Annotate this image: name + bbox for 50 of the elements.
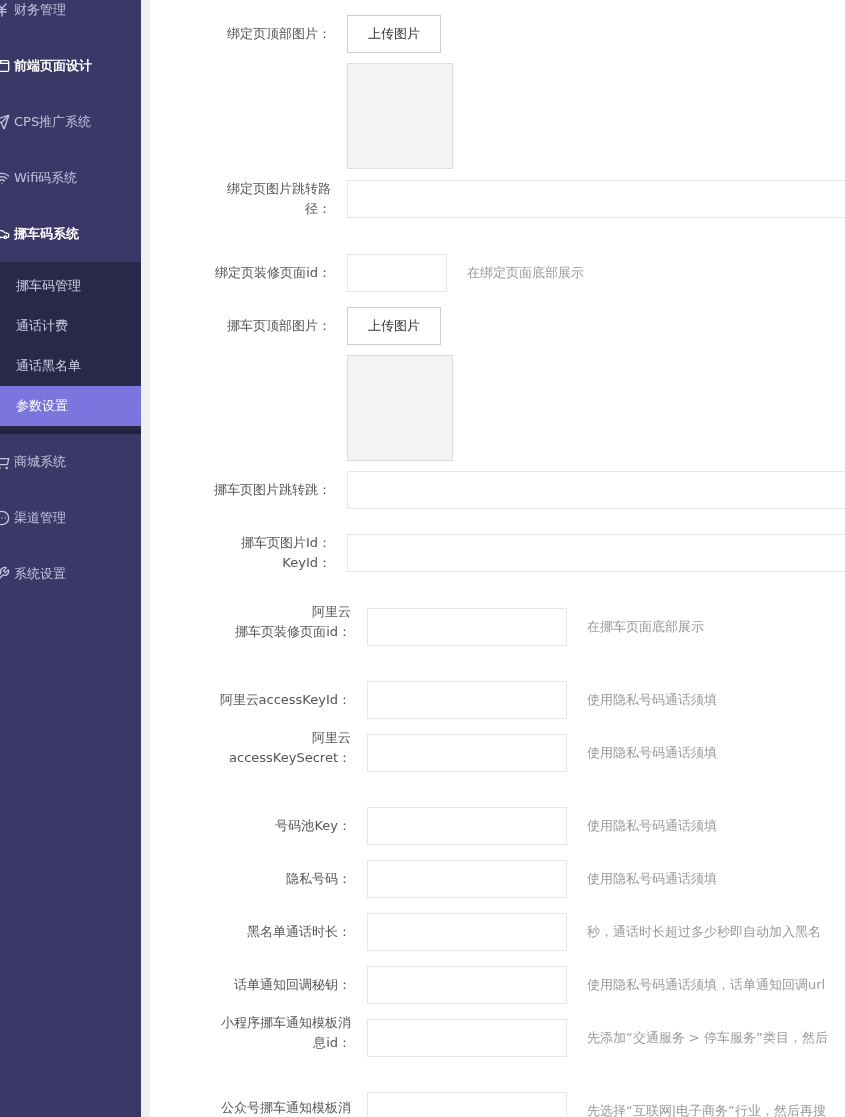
input-field[interactable]: [347, 471, 845, 509]
input-field[interactable]: [367, 608, 567, 646]
input-field[interactable]: [367, 681, 567, 719]
submenu-item[interactable]: 通话黑名单: [0, 346, 141, 386]
input-field[interactable]: [347, 254, 447, 292]
hint-text: 使用隐私号码通话须填，话单通知回调url: [587, 976, 826, 994]
input-field[interactable]: [367, 807, 567, 845]
hint-text: 先添加“交通服务 > 停车服务”类目，然后: [587, 1029, 828, 1047]
input-field[interactable]: [367, 734, 567, 772]
field-label: 小程序挪车通知模板消 息id：: [220, 1014, 351, 1052]
menu-item[interactable]: 渠道管理: [0, 490, 141, 546]
field-label: 阿里云 挪车页装修页面id：: [234, 603, 351, 641]
submenu-item[interactable]: 通话计费: [0, 306, 141, 346]
hint-text: 秒，通话时长超过多少秒即自动加入黑名: [587, 923, 821, 941]
input-field[interactable]: [347, 534, 845, 572]
field-label: 号码池Key：: [274, 817, 351, 835]
hint-text: 使用隐私号码通话须填: [587, 744, 717, 762]
submenu-item[interactable]: 参数设置: [0, 386, 141, 426]
upload-button[interactable]: 上传图片: [347, 15, 441, 53]
hint-text: 使用隐私号码通话须填: [587, 870, 717, 888]
field-label: 阿里云 accessKeySecret：: [228, 729, 351, 767]
menu-item[interactable]: 财务管理: [0, 0, 141, 38]
menu-item[interactable]: 商城系统: [0, 434, 141, 490]
hint-text: 使用隐私号码通话须填: [587, 691, 717, 709]
input-field[interactable]: [347, 180, 845, 218]
input-field[interactable]: [367, 966, 567, 1004]
hint-text: 使用隐私号码通话须填: [587, 817, 717, 835]
input-field[interactable]: [367, 1019, 567, 1057]
menu-item[interactable]: Wifi码系统: [0, 150, 141, 206]
field-label: 挪车页图片跳转跳：: [213, 481, 331, 499]
upload-button[interactable]: 上传图片: [347, 307, 441, 345]
input-field[interactable]: [367, 913, 567, 951]
field-label: 挪车页图片Id：KeyId：: [239, 534, 331, 572]
field-label: 挪车页顶部图片：: [226, 317, 331, 335]
menu-item[interactable]: 系统设置: [0, 546, 141, 602]
field-label: 绑定页顶部图片：: [226, 25, 331, 43]
field-label: 阿里云accessKeyId：: [218, 691, 351, 709]
menu-item[interactable]: 前端页面设计: [0, 38, 141, 94]
input-field[interactable]: [367, 860, 567, 898]
field-label: 绑定页装修页面id：: [214, 264, 331, 282]
field-label: 黑名单通话时长：: [246, 923, 351, 941]
hint-text: 在绑定页面底部展示: [467, 264, 584, 282]
menu-item[interactable]: CPS推广系统: [0, 94, 141, 150]
field-label: 隐私号码：: [285, 870, 351, 888]
menu-item[interactable]: 挪车码系统: [0, 206, 141, 262]
submenu-item[interactable]: 挪车码管理: [0, 266, 141, 306]
field-label: 公众号挪车通知模板消: [220, 1099, 351, 1117]
field-label: 话单通知回调秘钥：: [233, 976, 351, 994]
field-label: 绑定页图片跳转路径：: [226, 180, 331, 218]
hint-text: 在挪车页面底部展示: [587, 618, 704, 636]
